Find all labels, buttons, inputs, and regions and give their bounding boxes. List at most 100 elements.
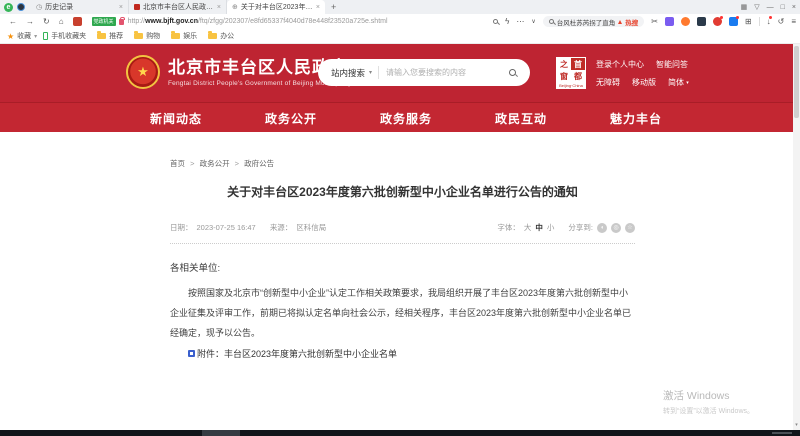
share-label: 分享到:: [568, 222, 593, 233]
zoom-icon[interactable]: [493, 19, 498, 24]
extension-purple-icon[interactable]: [665, 17, 674, 26]
hot-search-box[interactable]: 台风杜苏芮拐了直角 热搜: [543, 16, 645, 27]
close-window-button[interactable]: ×: [792, 4, 796, 11]
funnel-icon[interactable]: ▽: [754, 3, 759, 11]
search-submit-icon[interactable]: [509, 69, 516, 76]
folder-icon: [171, 33, 180, 39]
nav-item-charming-fengtai[interactable]: 魅力丰台: [610, 110, 662, 127]
folder-icon: [208, 33, 217, 39]
grid-icon[interactable]: ⊞: [745, 17, 752, 26]
article-source: 区科信局: [296, 223, 326, 232]
close-tab-icon[interactable]: ×: [119, 4, 123, 11]
wechat-share-icon[interactable]: ◖: [597, 223, 607, 233]
taskbar-active-app[interactable]: [202, 430, 240, 436]
scissors-icon[interactable]: ✂: [651, 17, 658, 26]
article-meta-row: 日期：2023-07-25 16:47 来源：区科信局 字体： 大 中 小 分享…: [170, 222, 635, 233]
download-icon[interactable]: ↓: [767, 17, 771, 26]
address-bar[interactable]: http://www.bjft.gov.cn/ftq/zfgg/202307/e…: [128, 18, 388, 25]
date-label: 日期：: [170, 223, 193, 232]
mobile-version-link[interactable]: 移动版: [632, 77, 656, 88]
apps-icon[interactable]: ▦: [741, 3, 748, 11]
close-tab-icon[interactable]: ×: [316, 4, 320, 11]
bookmark-folder[interactable]: 购物: [134, 31, 160, 41]
tab-gov-portal[interactable]: 北京市丰台区人民政府智能… ×: [129, 0, 227, 14]
seal-char: 都: [571, 70, 585, 82]
quick-access-icon[interactable]: [17, 3, 25, 11]
close-tab-icon[interactable]: ×: [217, 4, 221, 11]
site-header-banner: ★ 北京市丰台区人民政府 Fengtai District People's G…: [0, 44, 793, 102]
breadcrumb-gov-affairs[interactable]: 政务公开: [200, 159, 230, 168]
extension-fox-icon[interactable]: [681, 17, 690, 26]
caret-down-icon[interactable]: ▾: [369, 69, 372, 76]
site-lock-icon[interactable]: [119, 19, 124, 25]
browser-tab-bar: e ◷ 历史记录 × 北京市丰台区人民政府智能… × ⊕ 关于对丰台区2023年…: [0, 0, 800, 14]
bookmark-mobile-favorites[interactable]: 手机收藏夹: [43, 31, 86, 41]
bookmark-folder[interactable]: 娱乐: [171, 31, 197, 41]
shopping-icon[interactable]: [73, 17, 82, 26]
capital-window-seal[interactable]: 之 首 窗 都 Beijing·China: [556, 57, 586, 89]
maximize-button[interactable]: □: [781, 4, 785, 11]
nav-item-interaction[interactable]: 政民互动: [495, 110, 547, 127]
caret-down-icon[interactable]: ▾: [34, 33, 37, 40]
taskbar-edge[interactable]: [0, 430, 800, 436]
bookmark-label: 娱乐: [183, 31, 197, 41]
forward-icon[interactable]: →: [26, 18, 34, 26]
caret-down-icon: ▾: [686, 80, 689, 86]
home-icon[interactable]: ⌂: [59, 18, 64, 26]
menu-icon[interactable]: ≡: [791, 17, 796, 26]
site-search-bar[interactable]: 站内搜索 ▾: [318, 59, 530, 86]
taskbar-tray[interactable]: [772, 432, 792, 434]
breadcrumb-gov-notice[interactable]: 政府公告: [244, 159, 274, 168]
toolbar-divider: [759, 17, 760, 26]
refresh-icon[interactable]: ↻: [43, 18, 50, 26]
accessibility-link[interactable]: 无障碍: [596, 77, 620, 88]
nav-item-news[interactable]: 新闻动态: [150, 110, 202, 127]
tab-history[interactable]: ◷ 历史记录 ×: [31, 0, 129, 14]
minimize-button[interactable]: —: [767, 4, 774, 11]
attachment-link[interactable]: 丰台区2023年度第六批创新型中小企业名单: [224, 347, 397, 360]
flame-icon: [618, 20, 622, 24]
browser-logo-icon[interactable]: e: [4, 3, 13, 12]
scrollbar-thumb[interactable]: [794, 46, 799, 118]
font-size-large[interactable]: 大: [524, 222, 532, 233]
undo-icon[interactable]: ↺: [778, 17, 785, 26]
extension-badge-icon[interactable]: [713, 17, 722, 26]
bookmark-folder[interactable]: 办公: [208, 31, 234, 41]
search-input[interactable]: [386, 68, 509, 77]
bookmark-label: 办公: [220, 31, 234, 41]
bookmark-folder[interactable]: 推荐: [97, 31, 123, 41]
favorites-star-icon[interactable]: ★: [7, 32, 14, 41]
new-tab-button[interactable]: +: [331, 2, 336, 12]
attachment-icon: [188, 350, 195, 357]
tab-title: 北京市丰台区人民政府智能…: [143, 2, 214, 12]
back-icon[interactable]: ←: [9, 18, 17, 26]
qzone-share-icon[interactable]: ☆: [625, 223, 635, 233]
browser-toolbar: ← → ↻ ⌂ 党政机关 http://www.bjft.gov.cn/ftq/…: [0, 14, 800, 29]
extension-flag-icon[interactable]: [729, 17, 738, 26]
page-scrollbar[interactable]: ▾: [793, 44, 800, 430]
breadcrumb-home[interactable]: 首页: [170, 159, 185, 168]
font-size-medium[interactable]: 中: [535, 222, 543, 233]
weibo-share-icon[interactable]: ◎: [611, 223, 621, 233]
gov-site-badge: 党政机关: [92, 17, 116, 26]
nav-item-gov-affairs[interactable]: 政务公开: [265, 110, 317, 127]
gov-favicon-icon: [134, 4, 140, 10]
nav-item-gov-services[interactable]: 政务服务: [380, 110, 432, 127]
lightning-icon[interactable]: ϟ: [505, 17, 509, 26]
hot-search-text[interactable]: 台风杜苏芮拐了直角: [557, 17, 616, 27]
seal-caption: Beijing·China: [557, 82, 585, 88]
scrollbar-down-arrow[interactable]: ▾: [793, 422, 800, 428]
chevron-down-icon[interactable]: ∨: [531, 18, 535, 25]
font-size-small[interactable]: 小: [547, 222, 555, 233]
folder-icon: [97, 33, 106, 39]
bookmark-label: 购物: [146, 31, 160, 41]
extension-dark-icon[interactable]: [697, 17, 706, 26]
simplified-chinese-link[interactable]: 简体 ▾: [668, 77, 689, 88]
attachment-row[interactable]: 附件： 丰台区2023年度第六批创新型中小企业名单: [170, 347, 635, 360]
more-icon[interactable]: ⋯: [516, 17, 524, 26]
login-personal-center-link[interactable]: 登录个人中心: [596, 59, 644, 70]
smart-qa-link[interactable]: 智能问答: [656, 59, 688, 70]
tab-notice-active[interactable]: ⊕ 关于对丰台区2023年度第六… ×: [227, 0, 325, 14]
search-scope-select[interactable]: 站内搜索: [331, 67, 365, 79]
favorites-label[interactable]: 收藏: [17, 31, 31, 41]
